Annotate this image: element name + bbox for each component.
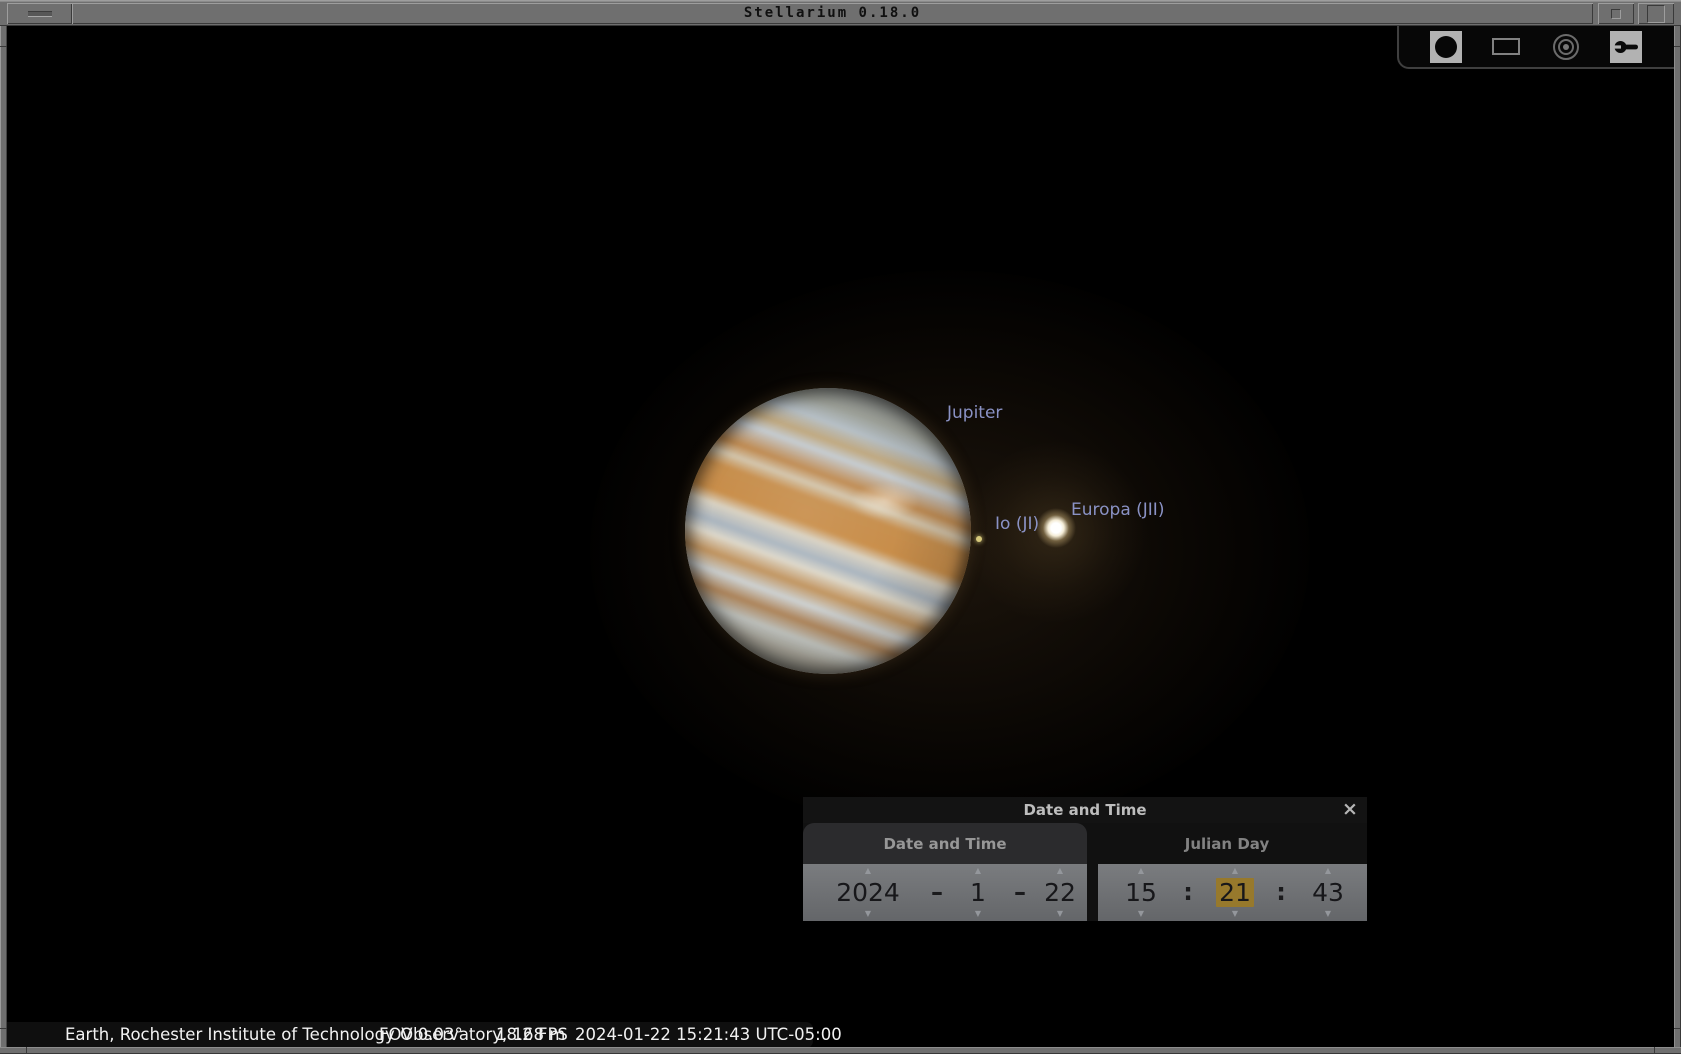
date-spinner-panel: ▲ 2024 ▼ – ▲ 1 ▼ – ▲ 22 ▼ [803,864,1087,921]
window-menu-icon [27,11,52,16]
location-readout: Earth, Rochester Institute of Technology… [65,1025,566,1044]
oculars-toolbar [1397,26,1674,69]
day-down-icon[interactable]: ▼ [1057,910,1063,918]
tab-date-and-time[interactable]: Date and Time [803,823,1087,864]
minute-down-icon[interactable]: ▼ [1232,910,1238,918]
time-spinner-panel: ▲ 15 ▼ : ▲ 21 ▼ : ▲ 43 ▼ [1098,864,1367,921]
dialog-title: Date and Time [1023,801,1147,819]
frame-notch [26,1047,27,1054]
hour-down-icon[interactable]: ▼ [1138,910,1144,918]
wrench-glyph [1613,40,1638,53]
window-menu-button[interactable] [7,3,72,24]
date-separator: – [931,877,943,906]
planet-jupiter[interactable] [685,388,971,674]
fps-readout: 18.2 FPS [496,1025,568,1044]
telrad-rings-glyph [1552,33,1580,61]
time-separator: : [1276,877,1286,906]
fov-readout: FOV 0.03° [379,1025,463,1044]
window-minimize-button[interactable] [1598,3,1634,24]
year-spinner[interactable]: ▲ 2024 ▼ [836,864,900,921]
hour-spinner[interactable]: ▲ 15 ▼ [1111,864,1171,921]
minute-value[interactable]: 21 [1216,877,1254,907]
moon-io[interactable] [976,536,982,542]
minimize-icon [1611,8,1621,19]
month-spinner[interactable]: ▲ 1 ▼ [948,864,1008,921]
minute-selected-value[interactable]: 21 [1216,877,1254,907]
ccd-sensor-icon[interactable] [1490,31,1522,63]
minute-up-icon[interactable]: ▲ [1232,867,1238,875]
window-maximize-button[interactable] [1638,3,1674,24]
oculars-settings-icon[interactable] [1610,30,1642,63]
hour-up-icon[interactable]: ▲ [1138,867,1144,875]
frame-notch [1674,1028,1681,1029]
second-up-icon[interactable]: ▲ [1325,867,1331,875]
ocular-view-icon[interactable] [1430,30,1462,63]
day-value[interactable]: 22 [1044,879,1076,906]
jupiter-limb-shading [685,388,971,674]
ocular-circle-glyph [1435,35,1457,58]
datetime-readout: 2024-01-22 15:21:43 UTC-05:00 [575,1025,842,1044]
day-spinner[interactable]: ▲ 22 ▼ [1030,864,1090,921]
window-title: Stellarium 0.18.0 [72,3,1593,24]
second-down-icon[interactable]: ▼ [1325,910,1331,918]
window-border-right[interactable] [1674,26,1681,1054]
month-value[interactable]: 1 [970,879,986,906]
maximize-icon [1647,4,1665,23]
year-up-icon[interactable]: ▲ [865,867,871,875]
stellarium-window: Stellarium 0.18.0 Jupiter Io (JI) Europa… [0,0,1681,1054]
month-down-icon[interactable]: ▼ [975,910,981,918]
day-up-icon[interactable]: ▲ [1057,867,1063,875]
time-separator: : [1183,877,1193,906]
frame-notch [1674,46,1681,47]
dialog-close-button[interactable]: × [1339,797,1361,823]
window-border-bottom[interactable] [0,1047,1681,1054]
month-up-icon[interactable]: ▲ [975,867,981,875]
ccd-rect-glyph [1492,38,1520,55]
frame-notch [0,46,7,47]
moon-europa[interactable] [1036,508,1076,548]
status-bar: Earth, Rochester Institute of Technology… [7,1022,842,1047]
europa-label: Europa (JII) [1071,500,1165,520]
minute-spinner[interactable]: ▲ 21 ▼ [1205,864,1265,921]
year-down-icon[interactable]: ▼ [865,910,871,918]
frame-notch [1654,1047,1655,1054]
jupiter-label: Jupiter [947,403,1003,423]
telrad-icon[interactable] [1550,31,1582,63]
sky-canvas[interactable]: Jupiter Io (JI) Europa (JII) Date and Ti… [7,26,1674,1047]
window-titlebar[interactable]: Stellarium 0.18.0 [0,0,1681,26]
hour-value[interactable]: 15 [1125,879,1157,906]
second-value[interactable]: 43 [1312,879,1344,906]
year-value[interactable]: 2024 [836,879,900,906]
frame-notch [0,1028,7,1029]
dialog-titlebar[interactable]: Date and Time × [803,797,1367,823]
date-time-dialog: Date and Time × Date and Time Julian Day… [803,797,1367,921]
second-spinner[interactable]: ▲ 43 ▼ [1298,864,1358,921]
tab-julian-day[interactable]: Julian Day [1087,823,1367,864]
window-border-left[interactable] [0,26,7,1054]
io-label: Io (JI) [995,514,1040,534]
dialog-tabs: Date and Time Julian Day [803,823,1367,864]
date-separator: – [1014,877,1026,906]
